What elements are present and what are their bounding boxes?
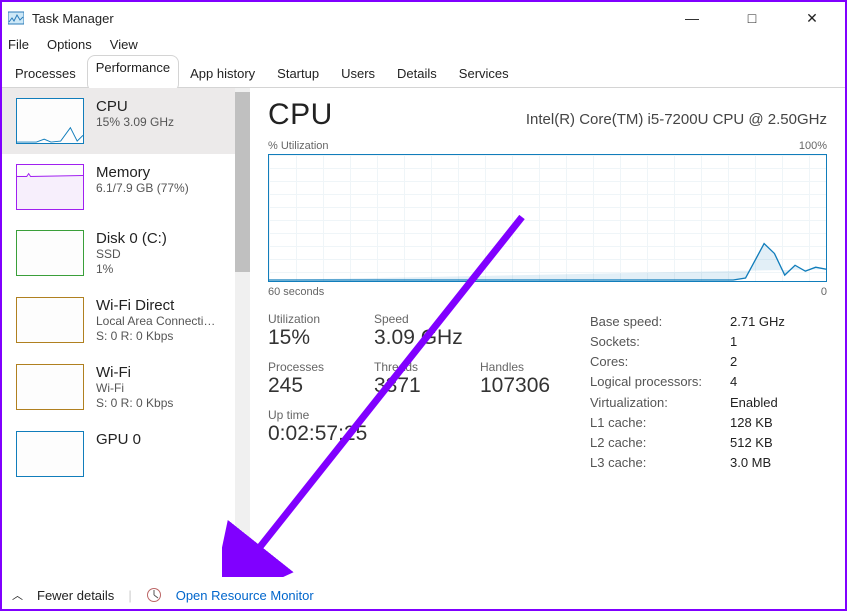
cpu-mini-graph bbox=[16, 98, 84, 144]
stat-value-processes: 245 bbox=[268, 374, 346, 398]
spec-value-virt: Enabled bbox=[730, 393, 778, 413]
graph-y-label: % Utilization bbox=[268, 140, 329, 152]
sidebar-title: Wi-Fi bbox=[96, 364, 173, 381]
spec-label-base: Base speed: bbox=[590, 312, 730, 332]
stat-label-threads: Threads bbox=[374, 360, 452, 374]
maximize-button[interactable]: □ bbox=[737, 10, 767, 27]
tab-startup[interactable]: Startup bbox=[266, 59, 330, 88]
titlebar: Task Manager — □ ✕ bbox=[2, 2, 845, 34]
spec-label-virt: Virtualization: bbox=[590, 393, 730, 413]
main-panel: CPU Intel(R) Core(TM) i5-7200U CPU @ 2.5… bbox=[250, 88, 845, 558]
menu-file[interactable]: File bbox=[8, 37, 29, 52]
spec-value-l3: 3.0 MB bbox=[730, 453, 771, 473]
cpu-utilization-graph[interactable] bbox=[268, 154, 827, 282]
spec-value-l1: 128 KB bbox=[730, 413, 773, 433]
fewer-details-button[interactable]: Fewer details bbox=[37, 588, 114, 603]
spec-label-cores: Cores: bbox=[590, 352, 730, 372]
sidebar-sub: S: 0 R: 0 Kbps bbox=[96, 396, 173, 411]
sidebar-title: Wi-Fi Direct bbox=[96, 297, 215, 314]
sidebar-sub: 1% bbox=[96, 262, 167, 277]
spec-label-l1: L1 cache: bbox=[590, 413, 730, 433]
spec-value-sockets: 1 bbox=[730, 332, 737, 352]
spec-label-lp: Logical processors: bbox=[590, 372, 730, 392]
stat-label-processes: Processes bbox=[268, 360, 346, 374]
sidebar-sub: Local Area Connecti… bbox=[96, 314, 215, 329]
spec-value-lp: 4 bbox=[730, 372, 737, 392]
menu-view[interactable]: View bbox=[110, 37, 138, 52]
sidebar-title: GPU 0 bbox=[96, 431, 141, 448]
menu-options[interactable]: Options bbox=[47, 37, 92, 52]
tab-details[interactable]: Details bbox=[386, 59, 448, 88]
graph-y-max: 100% bbox=[799, 140, 827, 152]
gpu-mini-graph bbox=[16, 431, 84, 477]
sidebar-item-wifi-direct[interactable]: Wi-Fi Direct Local Area Connecti… S: 0 R… bbox=[2, 287, 250, 354]
sidebar-sub: 6.1/7.9 GB (77%) bbox=[96, 181, 189, 196]
sidebar-item-gpu0[interactable]: GPU 0 bbox=[2, 421, 250, 487]
open-resource-monitor-link[interactable]: Open Resource Monitor bbox=[176, 588, 314, 603]
graph-x-left: 60 seconds bbox=[268, 286, 324, 298]
tab-performance[interactable]: Performance bbox=[87, 55, 179, 92]
task-manager-icon bbox=[8, 10, 24, 26]
stat-value-threads: 3371 bbox=[374, 374, 452, 398]
chevron-up-icon[interactable]: ︿ bbox=[12, 587, 23, 603]
sidebar-sub: Wi-Fi bbox=[96, 381, 173, 396]
stat-label-speed: Speed bbox=[374, 312, 463, 326]
disk-mini-graph bbox=[16, 230, 84, 276]
sidebar-item-wifi[interactable]: Wi-Fi Wi-Fi S: 0 R: 0 Kbps bbox=[2, 354, 250, 421]
spec-label-l2: L2 cache: bbox=[590, 433, 730, 453]
minimize-button[interactable]: — bbox=[677, 10, 707, 27]
stat-value-handles: 107306 bbox=[480, 374, 558, 398]
window-title: Task Manager bbox=[32, 11, 114, 26]
tab-app-history[interactable]: App history bbox=[179, 59, 266, 88]
spec-label-sockets: Sockets: bbox=[590, 332, 730, 352]
sidebar-sub: S: 0 R: 0 Kbps bbox=[96, 329, 215, 344]
tab-processes[interactable]: Processes bbox=[4, 59, 87, 88]
sidebar-title: CPU bbox=[96, 98, 174, 115]
cpu-model: Intel(R) Core(TM) i5-7200U CPU @ 2.50GHz bbox=[526, 111, 827, 128]
stat-label-handles: Handles bbox=[480, 360, 558, 374]
spec-label-l3: L3 cache: bbox=[590, 453, 730, 473]
spec-value-l2: 512 KB bbox=[730, 433, 773, 453]
main-heading: CPU bbox=[268, 98, 333, 132]
sidebar-title: Memory bbox=[96, 164, 189, 181]
stat-value-utilization: 15% bbox=[268, 326, 346, 350]
sidebar-sub: SSD bbox=[96, 247, 167, 262]
tab-users[interactable]: Users bbox=[330, 59, 386, 88]
stat-value-uptime: 0:02:57:25 bbox=[268, 422, 367, 446]
stat-value-speed: 3.09 GHz bbox=[374, 326, 463, 350]
wifi-direct-mini-graph bbox=[16, 297, 84, 343]
sidebar-scrollbar[interactable] bbox=[235, 88, 250, 558]
sidebar-title: Disk 0 (C:) bbox=[96, 230, 167, 247]
stat-label-uptime: Up time bbox=[268, 408, 367, 422]
footer: ︿ Fewer details | Open Resource Monitor bbox=[12, 581, 835, 603]
sidebar-sub: 15% 3.09 GHz bbox=[96, 115, 174, 130]
tab-services[interactable]: Services bbox=[448, 59, 520, 88]
graph-x-right: 0 bbox=[821, 286, 827, 298]
tab-bar: Processes Performance App history Startu… bbox=[2, 58, 845, 88]
sidebar: CPU 15% 3.09 GHz Memory 6.1/7.9 GB (77%)… bbox=[2, 88, 250, 558]
divider: | bbox=[128, 588, 131, 603]
memory-mini-graph bbox=[16, 164, 84, 210]
spec-value-base: 2.71 GHz bbox=[730, 312, 785, 332]
sidebar-item-memory[interactable]: Memory 6.1/7.9 GB (77%) bbox=[2, 154, 250, 220]
scrollbar-thumb[interactable] bbox=[235, 92, 250, 272]
resource-monitor-icon bbox=[146, 587, 162, 603]
spec-value-cores: 2 bbox=[730, 352, 737, 372]
content-area: CPU 15% 3.09 GHz Memory 6.1/7.9 GB (77%)… bbox=[2, 88, 845, 558]
stat-label-utilization: Utilization bbox=[268, 312, 346, 326]
sidebar-item-disk0[interactable]: Disk 0 (C:) SSD 1% bbox=[2, 220, 250, 287]
sidebar-item-cpu[interactable]: CPU 15% 3.09 GHz bbox=[2, 88, 250, 154]
wifi-mini-graph bbox=[16, 364, 84, 410]
close-button[interactable]: ✕ bbox=[797, 10, 827, 27]
